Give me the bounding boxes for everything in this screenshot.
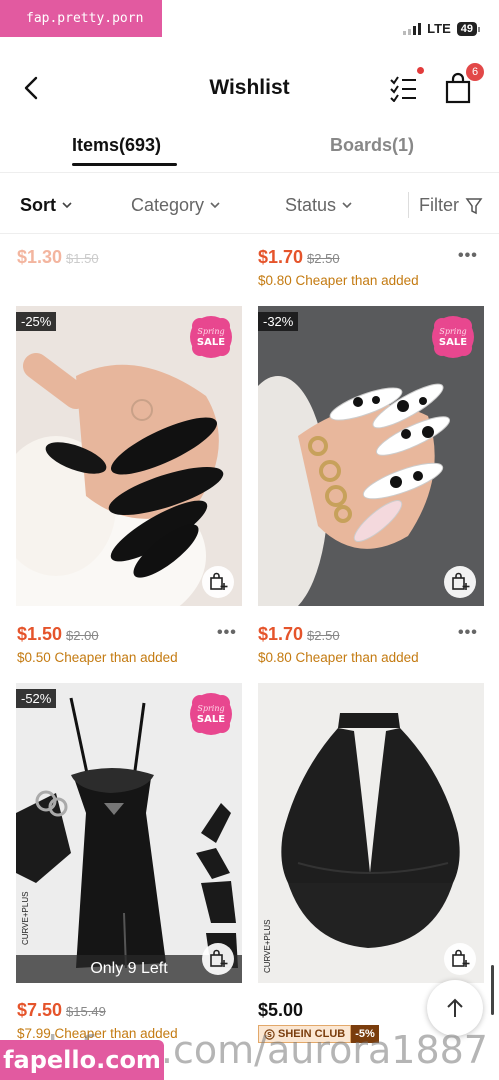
status-bar: LTE 49 — [403, 21, 481, 36]
filter-label: Filter — [419, 195, 459, 215]
scrollbar[interactable] — [491, 965, 494, 1015]
add-to-cart-button[interactable] — [444, 943, 476, 975]
price-drop-text: $0.50 Cheaper than added — [17, 650, 178, 665]
status-dropdown[interactable]: Status — [285, 195, 352, 216]
price-drop-text: $0.80 Cheaper than added — [258, 650, 419, 665]
price-drop-text: $0.80 Cheaper than added — [258, 273, 419, 288]
discount-badge: -25% — [16, 312, 57, 331]
status-label: Status — [285, 195, 337, 215]
notification-dot — [417, 67, 424, 74]
filter-bar: Sort Category Status Filter — [0, 180, 499, 234]
svg-text:Spring: Spring — [197, 327, 224, 336]
tab-items[interactable]: Items(693) — [72, 135, 161, 156]
add-to-cart-button[interactable] — [444, 566, 476, 598]
svg-text:SALE: SALE — [197, 714, 225, 725]
svg-text:SALE: SALE — [439, 337, 467, 348]
category-dropdown[interactable]: Category — [131, 195, 220, 216]
more-options-icon[interactable]: ••• — [458, 247, 478, 265]
brand-label: CURVE+PLUS — [263, 919, 272, 973]
checklist-icon[interactable] — [388, 74, 418, 102]
product-price: $1.70 — [258, 624, 304, 644]
page-title: Wishlist — [209, 76, 290, 99]
discount-badge: -32% — [258, 312, 299, 331]
product-price-row: $1.30 $1.50 — [17, 247, 99, 268]
arrow-up-icon — [447, 998, 463, 1017]
top-nav: Wishlist 6 — [0, 60, 499, 116]
chevron-down-icon — [62, 202, 72, 209]
product-price-row: $7.50 $15.49 — [17, 1000, 106, 1021]
network-label: LTE — [427, 21, 451, 36]
svg-text:Spring: Spring — [439, 327, 466, 336]
brand-label: CURVE+PLUS — [21, 891, 30, 945]
svg-text:SALE: SALE — [197, 337, 225, 348]
chevron-down-icon — [210, 202, 220, 209]
original-price: $2.00 — [66, 628, 99, 643]
spring-sale-badge: Spring SALE — [190, 693, 232, 735]
add-to-cart-button[interactable] — [202, 943, 234, 975]
add-to-bag-icon — [210, 949, 228, 967]
bag-count-badge: 6 — [466, 63, 484, 81]
product-image[interactable]: -32% Spring SALE — [258, 306, 484, 606]
sort-dropdown[interactable]: Sort — [20, 195, 72, 216]
product-price: $1.70 — [258, 247, 304, 267]
category-label: Category — [131, 195, 205, 215]
original-price: $1.50 — [66, 251, 99, 266]
product-image[interactable]: -25% Spring SALE — [16, 306, 242, 606]
add-to-cart-button[interactable] — [202, 566, 234, 598]
funnel-icon — [465, 197, 483, 214]
product-price: $5.00 — [258, 1000, 304, 1020]
add-to-bag-icon — [210, 572, 228, 590]
add-to-bag-icon — [452, 572, 470, 590]
tab-boards[interactable]: Boards(1) — [330, 135, 414, 156]
spring-sale-badge: Spring SALE — [190, 316, 232, 358]
product-price: $7.50 — [17, 1000, 63, 1020]
divider — [408, 192, 409, 218]
svg-text:Spring: Spring — [197, 704, 224, 713]
product-image[interactable]: CURVE+PLUS — [258, 683, 484, 983]
product-image[interactable]: -52% Spring SALE CURVE+PLUS Only 9 Left — [16, 683, 242, 983]
watermark-bottom-logo: fapello.com — [0, 1040, 164, 1080]
chevron-down-icon — [342, 202, 352, 209]
wishlist-tabs: Items(693) Boards(1) — [0, 127, 499, 173]
sort-label: Sort — [20, 195, 56, 215]
watermark-top: fap.pretty.porn — [0, 0, 162, 37]
spring-sale-badge: Spring SALE — [432, 316, 474, 358]
original-price: $2.50 — [307, 628, 340, 643]
filter-button[interactable]: Filter — [419, 195, 483, 216]
original-price: $2.50 — [307, 251, 340, 266]
product-price: $1.50 — [17, 624, 63, 644]
halter-top-photo — [258, 683, 484, 983]
more-options-icon[interactable]: ••• — [458, 624, 478, 642]
product-price-row: $1.50 $2.00 — [17, 624, 99, 645]
product-price: $1.30 — [17, 247, 63, 267]
signal-icon — [403, 22, 422, 35]
product-price-row: $5.00 — [258, 1000, 303, 1021]
add-to-bag-icon — [452, 949, 470, 967]
battery-icon: 49 — [456, 21, 481, 36]
more-options-icon[interactable]: ••• — [217, 624, 237, 642]
discount-badge: -52% — [16, 689, 57, 708]
active-tab-indicator — [72, 163, 177, 166]
product-price-row: $1.70 $2.50 — [258, 624, 340, 645]
original-price: $15.49 — [66, 1004, 106, 1019]
product-price-row: $1.70 $2.50 — [258, 247, 340, 268]
